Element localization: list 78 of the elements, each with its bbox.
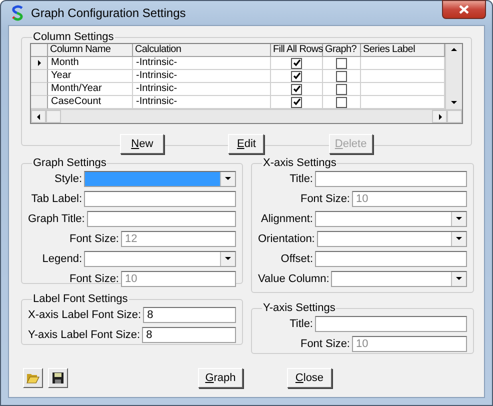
input-field[interactable] <box>315 251 467 267</box>
input-field[interactable]: 8 <box>143 307 236 323</box>
field-label: X-axis Label Font Size: <box>28 309 142 321</box>
save-button[interactable] <box>48 368 68 388</box>
table-cell: Year <box>48 70 133 83</box>
field-label: Tab Label: <box>31 193 82 205</box>
group-title: Label Font Settings <box>32 293 129 305</box>
column-header[interactable]: Fill All Rows <box>271 44 323 57</box>
scroll-up-icon <box>450 46 458 54</box>
table-cell: Month/Year <box>48 83 133 96</box>
table-cell: Month <box>48 57 133 70</box>
checkbox[interactable] <box>336 96 347 108</box>
field-label: Value Column: <box>258 273 330 285</box>
table-cell: -Intrinsic- <box>133 83 271 96</box>
scroll-left-icon <box>34 112 42 120</box>
close-icon <box>459 5 469 14</box>
field-label: Font Size: <box>69 233 119 245</box>
field-label: Title: <box>290 173 313 185</box>
input-field[interactable]: 8 <box>142 327 236 343</box>
dropdown[interactable] <box>84 251 236 267</box>
field-label: Offset: <box>280 253 313 265</box>
field-label: Title: <box>290 318 313 330</box>
dropdown-arrow-icon <box>455 215 463 223</box>
group-title: Y-axis Settings <box>262 302 336 314</box>
checkbox[interactable] <box>291 70 302 82</box>
vertical-scrollbar[interactable] <box>445 44 462 109</box>
action-button[interactable]: Edit <box>228 134 264 154</box>
dropdown-arrow-icon <box>455 275 463 283</box>
checkbox[interactable] <box>291 84 302 94</box>
action-button[interactable]: Graph <box>198 368 243 388</box>
scroll-thumb[interactable] <box>46 110 61 123</box>
action-button[interactable]: Close <box>287 368 332 388</box>
checkbox[interactable] <box>291 58 302 68</box>
row-pointer-icon <box>35 59 43 67</box>
dropdown-arrow-icon <box>455 235 463 243</box>
column-header[interactable]: Series Label <box>361 44 445 57</box>
app-logo-icon <box>11 5 25 21</box>
scrollbar-corner <box>447 110 462 123</box>
checkbox[interactable] <box>336 70 347 82</box>
field-label: Legend: <box>42 253 82 265</box>
input-field[interactable] <box>315 316 467 332</box>
field-label: Y-axis Label Font Size: <box>28 329 140 341</box>
group-title: Column Settings <box>32 31 115 43</box>
dropdown-arrow-icon <box>224 255 232 263</box>
input-field[interactable] <box>315 171 467 187</box>
field-label: Font Size: <box>300 338 350 350</box>
checkbox[interactable] <box>291 96 302 108</box>
input-field[interactable] <box>84 191 236 207</box>
action-button[interactable]: New <box>120 134 164 154</box>
dropdown[interactable] <box>315 211 467 227</box>
checkbox[interactable] <box>336 58 347 68</box>
horizontal-scrollbar[interactable] <box>31 109 462 123</box>
field-label: Orientation: <box>258 233 315 245</box>
field-label: Font Size: <box>300 193 350 205</box>
corner-header <box>31 44 48 57</box>
scroll-down-icon <box>450 99 458 107</box>
table-cell: -Intrinsic- <box>133 70 271 83</box>
input-field[interactable] <box>86 211 236 227</box>
row-header[interactable] <box>31 57 48 70</box>
dropdown[interactable] <box>316 231 467 247</box>
field-label: Font Size: <box>69 273 119 285</box>
column-header[interactable]: Column Name <box>48 44 133 57</box>
window-title: Graph Configuration Settings <box>31 6 186 20</box>
column-header[interactable]: Graph? <box>323 44 361 57</box>
dropdown[interactable] <box>84 171 236 187</box>
checkbox[interactable] <box>336 84 347 94</box>
table-cell: -Intrinsic- <box>133 57 271 70</box>
dropdown[interactable] <box>331 271 467 287</box>
open-button[interactable] <box>23 368 43 388</box>
dropdown-arrow-icon <box>224 175 232 183</box>
group-title: Graph Settings <box>32 157 108 169</box>
column-header[interactable]: Calculation <box>133 44 271 57</box>
folder-icon <box>26 372 40 384</box>
group-title: X-axis Settings <box>262 157 338 169</box>
field-label: Style: <box>54 173 82 185</box>
field-label: Alignment: <box>261 213 313 225</box>
close-button[interactable] <box>442 0 486 19</box>
field-label: Graph Title: <box>28 213 85 225</box>
